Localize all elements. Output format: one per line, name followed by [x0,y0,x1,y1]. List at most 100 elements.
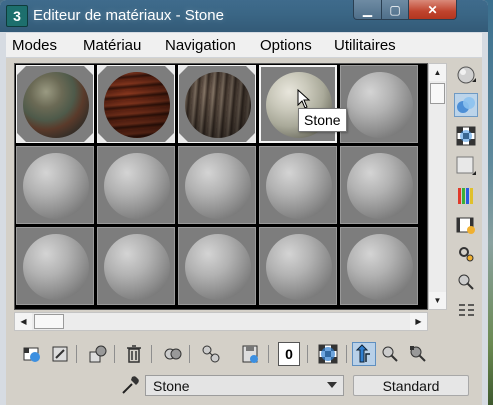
toolbar-separator [346,345,347,363]
material-sphere-wood-dark [185,72,251,138]
toolbar-separator [151,345,152,363]
material-sphere-default [347,153,413,219]
go-to-parent-icon [355,344,370,363]
sample-slot[interactable] [259,146,337,224]
copy-material-icon [164,348,182,360]
slot-corner-marker [98,66,107,75]
eyedropper-icon [122,376,139,394]
scroll-down-arrow-icon[interactable]: ▼ [429,292,446,309]
sample-slot[interactable] [340,146,418,224]
slot-corner-marker [84,133,93,142]
options-button[interactable] [454,242,478,266]
menu-material[interactable]: Matériau [83,37,141,54]
slot-corner-marker [17,66,26,75]
put-to-scene-icon [52,346,68,362]
show-shaded-button[interactable] [316,342,340,366]
sample-uv-tiling-button[interactable] [454,154,478,178]
video-color-check-button[interactable] [454,184,478,208]
sample-slot[interactable] [16,227,94,305]
sample-slot[interactable] [178,65,256,143]
toolbar-separator [307,345,308,363]
make-preview-button[interactable] [454,214,478,238]
menu-navigation[interactable]: Navigation [165,37,236,54]
menu-options[interactable]: Options [260,37,312,54]
scroll-right-arrow-icon[interactable]: ▶ [410,313,427,330]
minimize-button[interactable]: ▁ [353,0,382,20]
sample-slot[interactable] [97,146,175,224]
slot-corner-marker [84,66,93,75]
sample-slot[interactable] [97,65,175,143]
scroll-thumb[interactable] [430,83,445,104]
background-checker-button[interactable] [454,124,478,148]
material-sphere-default [266,234,332,300]
copy-material-button[interactable] [161,342,185,366]
sample-uv-tiling-icon [456,156,476,175]
background-checker-icon [456,126,476,146]
menu-modes[interactable]: Modes [12,37,57,54]
sample-slot[interactable] [16,65,94,143]
menu-utilities[interactable]: Utilitaires [334,37,396,54]
sample-slot[interactable] [16,146,94,224]
slot-corner-marker [17,133,26,142]
material-sphere-default [185,153,251,219]
material-name-combo[interactable]: Stone [145,375,344,396]
scroll-thumb[interactable] [34,314,64,329]
scroll-left-arrow-icon[interactable]: ◀ [15,313,32,330]
sample-slot[interactable] [97,227,175,305]
make-preview-icon [456,217,475,234]
toolbar-separator [76,345,77,363]
slot-tooltip: Stone [298,108,347,132]
chevron-down-icon[interactable] [327,382,337,388]
slot-corner-marker [165,66,174,75]
slots-horizontal-scrollbar[interactable]: ◀ ▶ [14,312,428,331]
slot-corner-marker [179,133,188,142]
title-bar[interactable]: 3 Editeur de matériaux - Stone ▁ ▢ ✕ [0,0,488,32]
maximize-button[interactable]: ▢ [381,0,409,20]
backlight-button[interactable] [454,93,478,117]
sample-slot[interactable] [340,65,418,143]
slot-corner-marker [98,133,107,142]
material-sphere-default [104,153,170,219]
make-unique-button[interactable] [199,342,223,366]
material-type-button[interactable]: Standard [353,375,469,396]
scroll-up-arrow-icon[interactable]: ▲ [429,64,446,81]
toolbar-separator [268,345,269,363]
go-to-parent-button[interactable] [352,342,376,366]
material-sphere-default [266,153,332,219]
reset-map-button[interactable] [122,342,146,366]
show-shaded-icon [318,344,338,364]
material-id-channel-button[interactable]: 0 [278,342,300,366]
get-material-button[interactable] [20,342,44,366]
put-to-library-button[interactable] [238,342,262,366]
material-sphere-default [23,153,89,219]
sample-slot[interactable] [178,227,256,305]
mouse-cursor-icon [297,89,311,109]
close-button[interactable]: ✕ [408,0,457,20]
sample-type-button[interactable] [454,63,478,87]
toolbar-separator [189,345,190,363]
show-end-result-button[interactable] [406,342,430,366]
slots-vertical-scrollbar[interactable]: ▲ ▼ [428,63,447,310]
select-by-material-button[interactable] [454,270,478,294]
pick-material-from-object-button[interactable] [119,374,141,396]
material-sphere-default [347,72,413,138]
menu-bar: Modes Matériau Navigation Options Utilit… [6,33,482,58]
go-forward-sibling-button[interactable] [378,342,402,366]
editor-client-area: Stone ▲ ▼ ◀ ▶ 0 Stone Standard [6,58,482,405]
material-map-navigator-button[interactable] [454,298,478,322]
material-sphere-default [104,234,170,300]
material-map-navigator-icon [459,304,474,316]
material-name-value: Stone [153,378,190,394]
app-icon[interactable]: 3 [6,5,28,27]
material-editor-window: 3 Editeur de matériaux - Stone ▁ ▢ ✕ Mod… [0,0,488,405]
material-sphere-default [185,234,251,300]
assign-to-selection-button[interactable] [86,342,110,366]
slot-corner-marker [179,66,188,75]
slot-corner-marker [246,66,255,75]
sample-slot[interactable] [259,227,337,305]
put-to-library-icon [242,345,258,363]
put-to-scene-button[interactable] [48,342,72,366]
sample-slot[interactable] [340,227,418,305]
sample-slot[interactable] [178,146,256,224]
slot-corner-marker [246,133,255,142]
